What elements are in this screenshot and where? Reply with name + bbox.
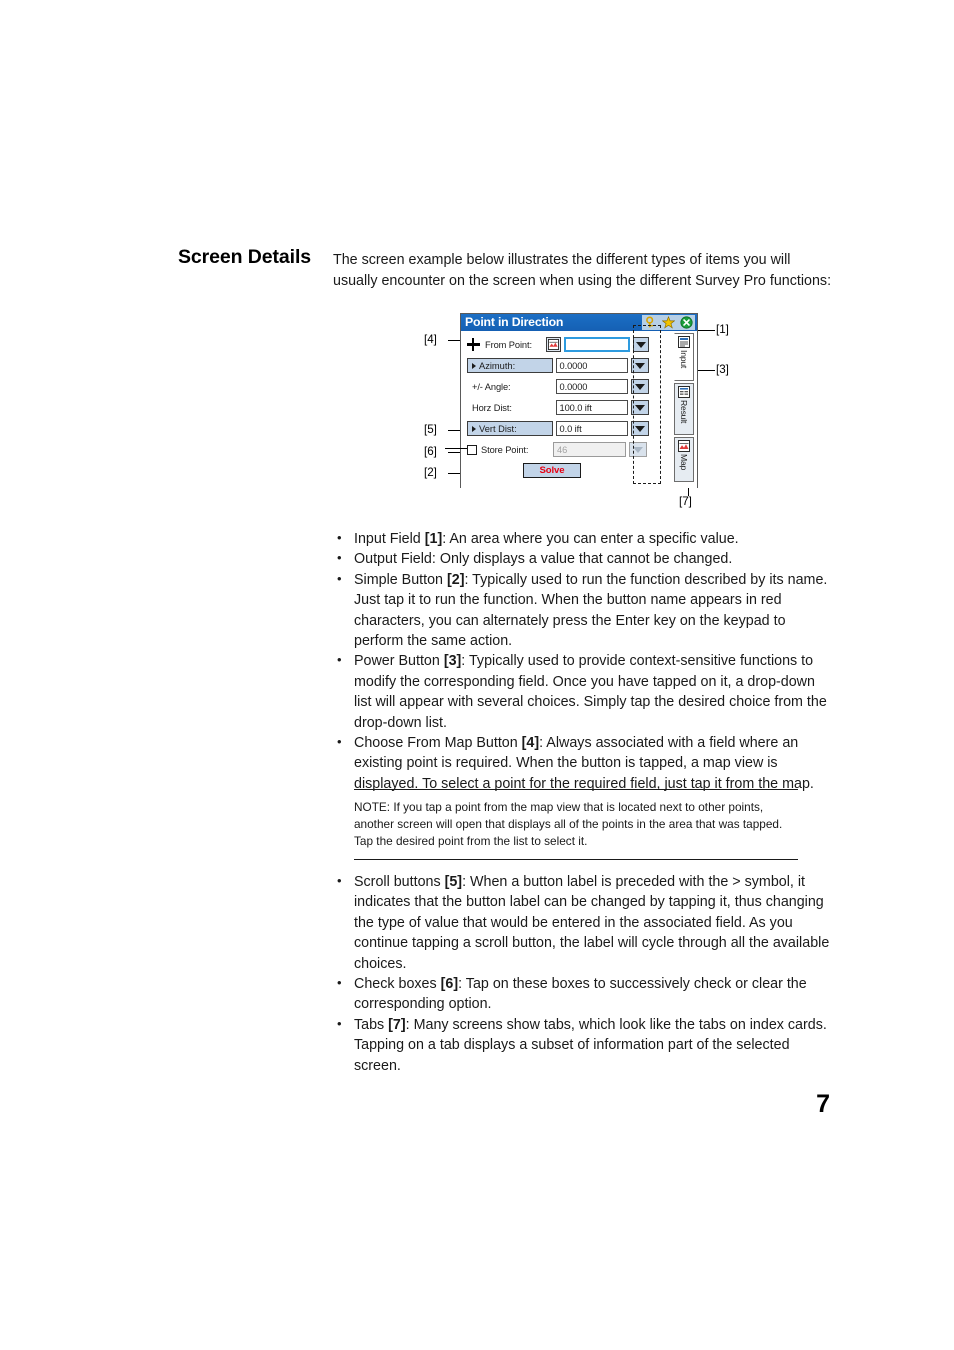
form-row-vert-dist: Vert Dist: 0.0 ift — [467, 420, 649, 437]
list-item: Input Field [1]: An area where you can e… — [333, 528, 830, 549]
callout-7: [7] — [679, 495, 692, 508]
bullet-term: Choose From Map Button — [354, 735, 522, 752]
note-box: NOTE: If you tap a point from the map vi… — [354, 789, 798, 861]
form-row-horz-dist: Horz Dist: 100.0 ift — [467, 399, 650, 416]
scroll-caret-icon — [472, 362, 476, 369]
form-row-azimuth: Azimuth: 0.0000 — [467, 357, 649, 374]
pda-dialog-window: Point in Direction From Point: Azimuth: … — [445, 313, 698, 488]
callout-6-stroke — [445, 448, 467, 450]
input-tab-icon — [678, 336, 690, 348]
list-item: Check boxes [6]: Tap on these boxes to s… — [333, 973, 830, 1015]
horz-dist-input[interactable]: 100.0 ift — [555, 400, 629, 415]
callout-2: [2] — [424, 466, 437, 479]
bullet-term: Check boxes — [354, 976, 441, 993]
favorites-star-icon[interactable] — [662, 316, 675, 329]
from-point-input[interactable] — [564, 337, 630, 352]
figure-screen-example: [4] [5] [6] [2] [1] [3] [7] Point in Dir… — [420, 305, 740, 515]
vert-dist-input[interactable]: 0.0 ift — [555, 421, 629, 436]
bullet-ref: [2] — [446, 571, 465, 588]
list-item: Scroll buttons [5]: When a button label … — [333, 871, 830, 974]
dialog-title: Point in Direction — [465, 315, 564, 329]
page-number: 7 — [816, 1090, 830, 1118]
tab-result-label: Result — [679, 400, 689, 424]
form-row-store-point: Store Point: 46 — [467, 441, 649, 458]
document-page: Screen Details The screen example below … — [0, 0, 954, 1350]
store-point-label: Store Point: — [481, 444, 529, 455]
bullet-term: Simple Button — [354, 571, 447, 588]
angle-input[interactable]: 0.0000 — [555, 379, 629, 394]
store-point-checkbox[interactable] — [467, 444, 477, 455]
intro-paragraph: The screen example below illustrates the… — [333, 252, 832, 289]
tab-result[interactable]: Result — [674, 383, 694, 435]
page-title: Screen Details — [178, 246, 312, 268]
vert-dist-label: Vert Dist: — [479, 423, 517, 434]
note-text: NOTE: If you tap a point from the map vi… — [354, 800, 783, 848]
tab-map[interactable]: Map — [674, 437, 694, 482]
list-item: Simple Button [2]: Typically used to run… — [333, 569, 830, 652]
tabs-annotation-box — [633, 325, 661, 484]
bullet-rest: : Only displays a value that cannot be c… — [431, 551, 733, 568]
bullet-term: Output Field — [354, 551, 432, 568]
list-item: Output Field: Only displays a value that… — [333, 548, 830, 569]
scroll-caret-icon — [472, 425, 476, 432]
note-rule-bottom — [354, 859, 798, 861]
from-point-label: From Point: — [485, 339, 532, 350]
close-icon[interactable] — [680, 316, 693, 329]
bullet-term: Tabs — [354, 1016, 389, 1033]
result-tab-icon — [678, 386, 690, 398]
tab-map-label: Map — [679, 454, 689, 471]
bullet-ref: [7] — [388, 1016, 406, 1033]
bullet-ref: [4] — [521, 735, 540, 752]
list-item: Choose From Map Button [4]: Always assoc… — [333, 732, 830, 794]
store-point-input[interactable]: 46 — [553, 442, 626, 457]
list-item: Tabs [7]: Many screens show tabs, which … — [333, 1014, 830, 1076]
azimuth-label: Azimuth: — [479, 360, 516, 371]
bullet-list-bottom: Scroll buttons [5]: When a button label … — [333, 871, 830, 1076]
callout-5: [5] — [424, 423, 437, 436]
tab-input[interactable]: Input — [674, 333, 694, 381]
bullet-term: Power Button — [354, 653, 444, 670]
bullet-ref: [5] — [444, 874, 463, 890]
bullet-list-top: Input Field [1]: An area where you can e… — [333, 528, 830, 794]
solve-button[interactable]: Solve — [523, 463, 581, 478]
callout-1: [1] — [716, 323, 729, 336]
azimuth-input[interactable]: 0.0000 — [555, 358, 629, 373]
bullet-ref: [1] — [424, 531, 443, 547]
horz-dist-label: Horz Dist: — [472, 402, 512, 413]
bullet-rest: : An area where you can enter a specific… — [442, 531, 739, 547]
bullet-ref: [3] — [443, 653, 462, 670]
bullet-term: Input Field — [354, 531, 425, 547]
vert-dist-scroll-button[interactable]: Vert Dist: — [467, 421, 553, 436]
dialog-body: From Point: Azimuth: 0.0000 +/- Angle: 0… — [445, 331, 697, 488]
form-row-angle: +/- Angle: 0.0000 — [467, 378, 650, 395]
bullet-ref: [6] — [440, 976, 459, 993]
map-tab-icon — [678, 440, 690, 452]
tab-input-label: Input — [679, 350, 689, 369]
angle-label: +/- Angle: — [472, 381, 511, 392]
tab-strip: Input Result Map — [674, 333, 694, 483]
choose-from-map-button[interactable] — [546, 337, 562, 352]
callout-3: [3] — [716, 363, 729, 376]
azimuth-scroll-button[interactable]: Azimuth: — [467, 358, 553, 373]
form-area: From Point: Azimuth: 0.0000 +/- Angle: 0… — [445, 331, 655, 488]
bullet-term: Scroll buttons — [354, 874, 445, 890]
map-glyph-icon — [548, 339, 560, 350]
bullet-rest: : Many screens show tabs, which look lik… — [354, 1016, 827, 1074]
dialog-titlebar: Point in Direction — [461, 314, 697, 331]
callout-4: [4] — [424, 333, 437, 346]
form-row-from-point: From Point: — [467, 336, 649, 353]
callout-6: [6] — [424, 445, 437, 458]
list-item: Power Button [3]: Typically used to prov… — [333, 650, 830, 733]
target-plus-icon — [467, 338, 480, 351]
